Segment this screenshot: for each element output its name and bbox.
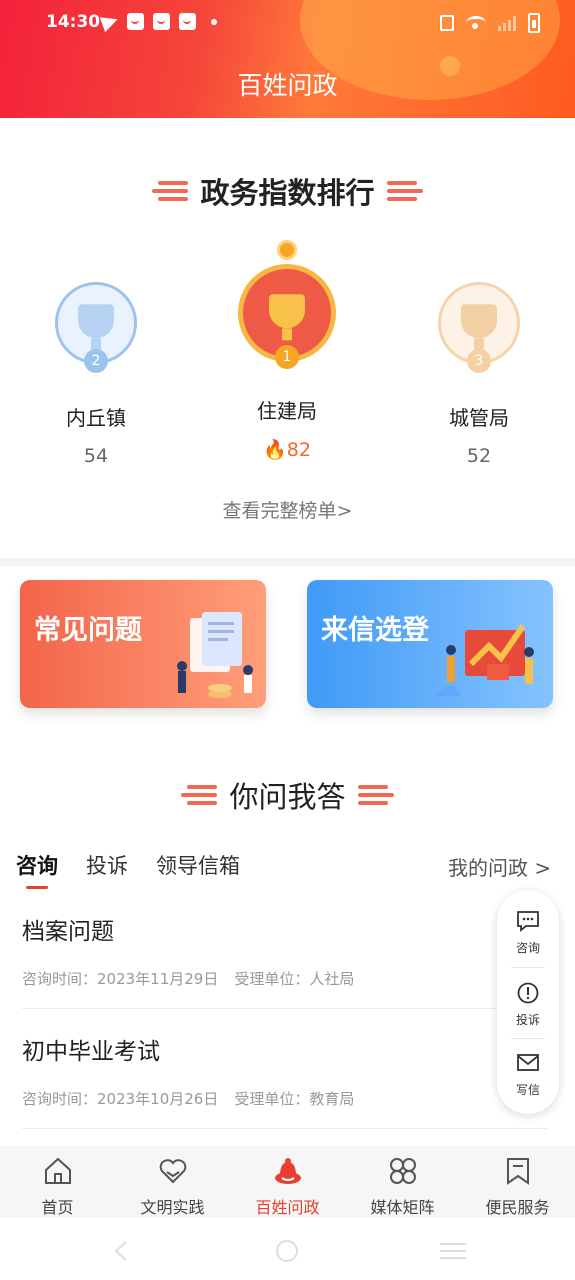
- float-write-button[interactable]: 写信: [497, 1052, 559, 1098]
- tab-leader-mailbox[interactable]: 领导信箱: [156, 850, 240, 880]
- float-complaint-button[interactable]: 投诉: [497, 982, 559, 1028]
- medal-ribbon-icon: [277, 240, 297, 260]
- system-navigation-bar: [0, 1218, 575, 1280]
- rank-number: 1: [275, 345, 299, 369]
- shopping-bag-icon: [179, 13, 196, 30]
- list-divider: [22, 1128, 548, 1129]
- vibrate-icon: [440, 15, 454, 31]
- home-button-icon[interactable]: [275, 1239, 299, 1263]
- chat-bubble-icon: [517, 911, 539, 932]
- rank-number: 3: [467, 349, 491, 373]
- nav-people-inquiry-label: 百姓问政: [255, 1198, 320, 1217]
- silver-trophy-icon: 2: [55, 282, 137, 373]
- telegram-icon: [99, 11, 121, 32]
- letters-card-label: 来信选登: [321, 615, 429, 646]
- nav-home[interactable]: 首页: [0, 1146, 115, 1218]
- grid-icon: [389, 1158, 416, 1184]
- float-divider: [511, 967, 545, 968]
- nav-home-label: 首页: [41, 1198, 74, 1217]
- gold-trophy-icon: 1: [238, 264, 336, 369]
- battery-icon: [528, 13, 540, 33]
- notification-icons: [99, 11, 217, 32]
- shopping-bag-icon: [153, 13, 170, 30]
- heading-decoration-icon: [181, 785, 218, 805]
- nav-services[interactable]: 便民服务: [460, 1146, 575, 1218]
- ranking-heading: 政务指数排行: [0, 170, 575, 212]
- float-complaint-label: 投诉: [515, 1013, 540, 1027]
- nav-services-label: 便民服务: [485, 1198, 550, 1217]
- item-meta: 咨询时间：2023年10月26日 受理单位：教育局: [22, 1088, 552, 1109]
- envelope-illustration-icon: [436, 624, 534, 696]
- qa-heading: 你问我答: [0, 774, 575, 816]
- item-time: 咨询时间：2023年11月29日: [22, 970, 219, 988]
- page-title: 百姓问政: [237, 71, 338, 100]
- qa-title: 你问我答: [229, 780, 346, 814]
- nav-media-matrix[interactable]: 媒体矩阵: [345, 1146, 460, 1218]
- people-inquiry-icon: [274, 1158, 301, 1184]
- rank-item-1[interactable]: 1 住建局 🔥82: [207, 240, 367, 461]
- tab-complaint[interactable]: 投诉: [86, 850, 128, 880]
- bottom-navigation: 首页 文明实践 百姓问政 媒体矩阵 便民服务: [0, 1146, 575, 1218]
- menu-icon[interactable]: [440, 1241, 466, 1261]
- documents-illustration-icon: [177, 612, 253, 698]
- nav-civilization-label: 文明实践: [140, 1198, 205, 1217]
- rank-number: 2: [84, 349, 108, 373]
- tab-consult[interactable]: 咨询: [16, 850, 58, 889]
- item-time: 咨询时间：2023年10月26日: [22, 1090, 219, 1108]
- rank-item-2[interactable]: 2 内丘镇 54: [16, 282, 176, 467]
- wifi-icon: [466, 16, 486, 30]
- item-title: 档案问题: [22, 919, 114, 945]
- floating-action-menu: 咨询 投诉 写信: [497, 890, 559, 1114]
- list-item[interactable]: 初中毕业考试 咨询时间：2023年10月26日 受理单位：教育局: [22, 1032, 552, 1109]
- rank-score: 54: [83, 445, 109, 467]
- list-divider: [22, 1008, 548, 1009]
- item-unit: 受理单位：教育局: [234, 1090, 355, 1108]
- heading-decoration-icon: [152, 181, 189, 201]
- heading-decoration-icon: [357, 785, 394, 805]
- rank-item-3[interactable]: 3 城管局 52: [399, 282, 559, 467]
- back-icon[interactable]: [112, 1240, 130, 1262]
- signal-icon: [498, 15, 516, 31]
- app-header: 14:30 百姓问政: [0, 0, 575, 118]
- status-time: 14:30: [46, 12, 101, 32]
- view-full-ranking-link[interactable]: 查看完整榜单>: [0, 496, 575, 523]
- exclamation-icon: [517, 982, 539, 1004]
- rank-name: 内丘镇: [66, 406, 126, 430]
- rank-score-value: 82: [286, 439, 311, 461]
- float-divider: [511, 1038, 545, 1039]
- heading-decoration-icon: [386, 181, 423, 201]
- system-icons: [440, 13, 540, 33]
- shopping-bag-icon: [127, 13, 144, 30]
- more-notifications-icon: [211, 18, 217, 25]
- item-meta: 咨询时间：2023年11月29日 受理单位：人社局: [22, 968, 552, 989]
- float-consult-label: 咨询: [515, 941, 540, 955]
- nav-people-inquiry[interactable]: 百姓问政: [230, 1146, 345, 1218]
- bronze-trophy-icon: 3: [438, 282, 520, 373]
- rank-name: 城管局: [449, 406, 509, 430]
- envelope-icon: [517, 1054, 539, 1071]
- bookmark-icon: [506, 1158, 529, 1185]
- home-icon: [44, 1157, 71, 1184]
- rank-score: 52: [466, 445, 492, 467]
- heart-hands-icon: [159, 1159, 186, 1184]
- rank-score: 🔥82: [207, 438, 367, 461]
- faq-card-label: 常见问题: [34, 615, 142, 646]
- fire-icon: 🔥: [263, 439, 287, 461]
- list-item[interactable]: 档案问题 咨询时间：2023年11月29日 受理单位：人社局: [22, 912, 552, 989]
- letters-card[interactable]: 来信选登: [307, 580, 553, 708]
- item-unit: 受理单位：人社局: [234, 970, 355, 988]
- status-bar: 14:30: [0, 0, 575, 46]
- item-title: 初中毕业考试: [22, 1039, 160, 1065]
- float-write-label: 写信: [515, 1083, 540, 1097]
- float-consult-button[interactable]: 咨询: [497, 910, 559, 956]
- ranking-title: 政务指数排行: [200, 176, 375, 210]
- rank-name: 住建局: [257, 399, 317, 423]
- faq-card[interactable]: 常见问题: [20, 580, 266, 708]
- section-divider: [0, 558, 575, 566]
- qa-tabs: 咨询 投诉 领导信箱: [16, 850, 240, 889]
- my-inquiries-link[interactable]: 我的问政 >: [448, 852, 551, 881]
- nav-civilization[interactable]: 文明实践: [115, 1146, 230, 1218]
- nav-media-matrix-label: 媒体矩阵: [370, 1198, 435, 1217]
